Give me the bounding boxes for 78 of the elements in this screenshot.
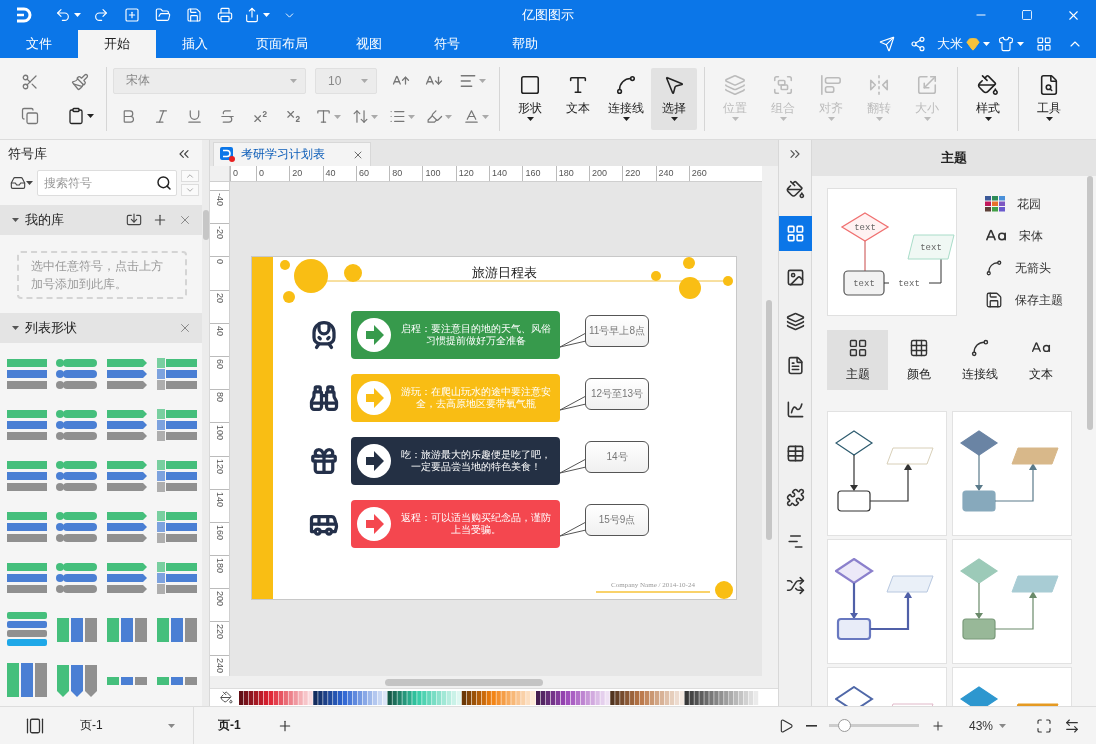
library-hint: 选中任意符号，点击上方加号添加到此库。 <box>17 250 187 299</box>
theme-tab[interactable]: 连接线 <box>949 330 1010 390</box>
panel-title: 符号库 <box>8 145 47 164</box>
menu-tab[interactable]: 符号 <box>408 30 486 58</box>
tool-button[interactable]: 连接线 <box>603 67 649 130</box>
account-name: 大米 <box>937 35 963 53</box>
panel-title: 主题 <box>941 149 967 167</box>
ruler-label: 120 <box>210 455 229 489</box>
node-label: text <box>854 223 876 233</box>
ruler-label: 240 <box>655 166 689 181</box>
ruler-label: 220 <box>622 166 656 181</box>
menu-tab[interactable]: 文件 <box>0 30 78 58</box>
window-title: 亿图图示 <box>522 6 574 24</box>
step-text: 游玩：在爬山玩水的途中要注意安全，去高原地区要带氧气瓶 <box>399 386 552 410</box>
ruler-label: 60 <box>355 166 390 181</box>
ruler-label: 0 <box>230 166 256 181</box>
ruler-label: 80 <box>210 389 229 423</box>
ruler-label: 60 <box>210 355 229 390</box>
theme-option[interactable]: 宋体 <box>985 220 1063 252</box>
section-title: 列表形状 <box>25 318 78 337</box>
menu-tab[interactable]: 开始 <box>78 30 156 58</box>
search-field[interactable]: 搜索符号 <box>37 170 177 197</box>
note-callout: 14号 <box>585 441 649 473</box>
note-callout: 12号至13号 <box>585 378 649 410</box>
note-callout: 11号早上8点 <box>585 315 649 347</box>
zoom-select[interactable]: 43% <box>962 718 1012 733</box>
menu-tab[interactable]: 插入 <box>156 30 234 58</box>
ruler-label: 0 <box>210 256 229 290</box>
theme-option[interactable]: 花园 <box>985 188 1063 220</box>
ruler-label: 180 <box>555 166 589 181</box>
ruler-label: 120 <box>455 166 490 181</box>
menu-tab[interactable]: 帮助 <box>486 30 564 58</box>
ruler-label: 40 <box>210 322 229 356</box>
ruler-label: 200 <box>210 588 229 622</box>
menu-tab[interactable]: 页面布局 <box>234 30 330 58</box>
ruler-label: 220 <box>210 621 229 655</box>
ruler-label: 260 <box>688 166 723 181</box>
theme-option[interactable]: 无箭头 <box>985 252 1063 284</box>
ruler-label: 80 <box>389 166 423 181</box>
step-text: 吃：旅游最大的乐趣便是吃了吧，一定要品尝当地的特色美食！ <box>399 449 552 473</box>
connector-label: text <box>898 279 920 289</box>
ruler-label: 160 <box>210 521 229 556</box>
ruler-label: 180 <box>210 555 229 589</box>
tool-button[interactable]: 文本 <box>555 67 601 130</box>
page-select[interactable]: 页-1 <box>64 712 179 739</box>
tool-button[interactable]: 选择 <box>651 67 697 130</box>
ruler-label: 0 <box>256 166 290 181</box>
ruler-label: 20 <box>289 166 323 181</box>
node-label: text <box>920 243 942 253</box>
step-text: 启程：要注意目的地的天气、风俗习惯提前做好万全准备 <box>399 323 552 347</box>
section-header[interactable]: 列表形状 <box>0 312 202 343</box>
ruler-label: -40 <box>210 190 229 224</box>
note-callout: 15号9点 <box>585 504 649 536</box>
section-title: 我的库 <box>25 210 65 229</box>
step-text: 返程：可以适当购买纪念品，谨防上当受骗。 <box>399 512 552 536</box>
diagram-title: 旅游日程表 <box>471 264 538 282</box>
ruler-label: 100 <box>210 422 229 456</box>
ruler-label: 20 <box>210 289 229 323</box>
document-tab[interactable]: 考研学习计划表 <box>213 142 371 166</box>
theme-tab[interactable]: 主题 <box>827 330 888 390</box>
ruler-label: 140 <box>489 166 523 181</box>
tool-button[interactable]: 样式 <box>965 67 1011 130</box>
menu-tab[interactable]: 视图 <box>330 30 408 58</box>
node-label: text <box>853 279 875 289</box>
page-tab[interactable]: 页-1 <box>208 717 251 734</box>
tool-button[interactable]: 工具 <box>1026 67 1072 130</box>
ruler-label: 40 <box>322 166 356 181</box>
ruler-label: 160 <box>522 166 556 181</box>
theme-tab[interactable]: 颜色 <box>888 330 949 390</box>
section-header[interactable]: 我的库 <box>0 204 202 235</box>
document-title: 考研学习计划表 <box>241 146 326 163</box>
tool-button[interactable]: 形状 <box>507 67 553 130</box>
ruler-label: 140 <box>210 488 229 522</box>
theme-tab[interactable]: 文本 <box>1010 330 1071 390</box>
ruler-label: 100 <box>422 166 456 181</box>
theme-option[interactable]: 保存主题 <box>985 284 1063 316</box>
ruler-label: 200 <box>588 166 623 181</box>
ruler-label: -20 <box>210 223 229 257</box>
